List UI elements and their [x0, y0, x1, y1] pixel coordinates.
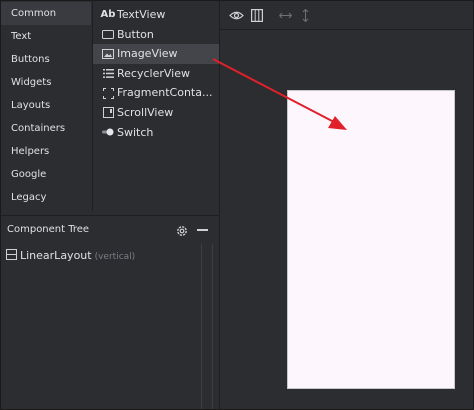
linearlayout-icon: [6, 248, 17, 260]
tree-item-linearlayout[interactable]: LinearLayout (vertical): [6, 247, 135, 265]
palette-item-label: TextView: [117, 8, 166, 21]
design-canvas: [220, 30, 473, 409]
component-tree: LinearLayout (vertical): [1, 244, 219, 409]
palette-item-label: RecyclerView: [117, 66, 190, 80]
palette-categories: Common Text Buttons Widgets Layouts Cont…: [1, 1, 91, 211]
palette-item-label: ScrollView: [117, 106, 174, 119]
palette-item-recyclerview[interactable]: RecyclerView: [93, 64, 219, 84]
eye-icon[interactable]: [228, 7, 244, 23]
scrollview-icon: [101, 103, 115, 123]
design-toolbar: [220, 1, 473, 30]
design-surface: [220, 1, 473, 409]
palette-category-helpers[interactable]: Helpers: [1, 140, 91, 163]
button-icon: [101, 25, 115, 45]
list-icon: [101, 64, 115, 84]
fragment-icon: [101, 83, 115, 103]
switch-icon: [101, 123, 115, 143]
tree-scrollbar-track: [201, 244, 202, 409]
image-icon: [101, 44, 115, 64]
vertical-resize-icon[interactable]: [300, 7, 310, 23]
blueprint-icon[interactable]: [250, 7, 264, 23]
palette-item-scrollview[interactable]: ScrollView: [93, 103, 219, 123]
palette-item-switch[interactable]: Switch: [93, 123, 219, 143]
layout-editor-window: Common Text Buttons Widgets Layouts Cont…: [0, 0, 474, 410]
component-tree-header: Component Tree: [1, 215, 219, 245]
palette-item-imageview[interactable]: ImageView: [93, 44, 219, 64]
palette-category-layouts[interactable]: Layouts: [1, 94, 91, 117]
textview-ab-icon: Ab: [100, 9, 116, 20]
tree-scrollbar-edge: [212, 244, 213, 409]
palette-category-common[interactable]: Common: [1, 2, 91, 25]
palette-items: Ab TextView Button ImageView RecyclerVie…: [92, 1, 219, 211]
horizontal-resize-icon[interactable]: [278, 7, 292, 23]
palette-category-text[interactable]: Text: [1, 25, 91, 48]
palette-category-widgets[interactable]: Widgets: [1, 71, 91, 94]
component-tree-title: Component Tree: [7, 224, 90, 235]
palette-category-containers[interactable]: Containers: [1, 117, 91, 140]
palette-item-fragmentcontainer[interactable]: FragmentConta...: [93, 83, 219, 103]
palette-item-label: Switch: [117, 125, 154, 139]
palette-category-legacy[interactable]: Legacy: [1, 186, 91, 209]
palette-item-label: Button: [117, 27, 154, 41]
device-preview[interactable]: [287, 90, 455, 389]
palette-category-google[interactable]: Google: [1, 163, 91, 186]
minimize-icon[interactable]: [197, 229, 208, 231]
palette-item-label: FragmentConta...: [117, 86, 213, 100]
tree-item-label: LinearLayout: [20, 249, 92, 262]
palette-item-button[interactable]: Button: [93, 25, 219, 45]
palette-item-label: ImageView: [117, 47, 178, 61]
tree-item-detail: (vertical): [94, 252, 136, 262]
palette-category-buttons[interactable]: Buttons: [1, 48, 91, 71]
gear-icon[interactable]: [175, 223, 189, 237]
palette-item-textview[interactable]: Ab TextView: [93, 5, 219, 25]
